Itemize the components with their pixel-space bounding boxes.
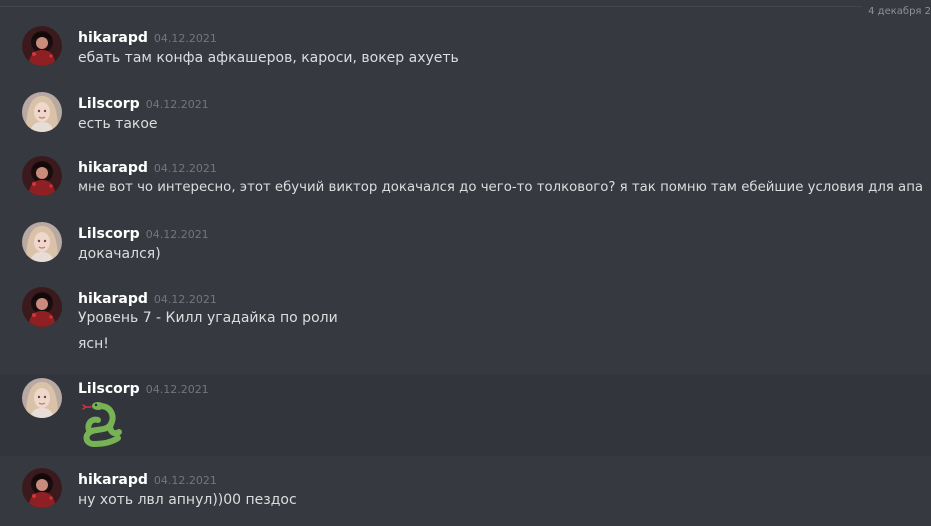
timestamp: 04.12.2021 (153, 32, 217, 45)
message-text: мне вот чо интересно, этот ебучий виктор… (78, 180, 924, 195)
username[interactable]: Lilscorp (78, 381, 140, 397)
message: Lilscorp 04.12.2021 (0, 374, 931, 456)
timestamp: 04.12.2021 (145, 98, 209, 111)
message-text: Уровень 7 - Килл угадайка по роли (78, 310, 338, 326)
avatar-lilscorp[interactable] (22, 222, 62, 262)
message-text: ну хоть лвл апнул))00 пездос (78, 492, 297, 508)
chat-messages: 4 декабря 2 hikarapd 04.12.2021 ебать там… (0, 0, 931, 526)
message-text: есть такое (78, 116, 158, 132)
username[interactable]: hikarapd (78, 291, 148, 307)
message: hikarapd 04.12.2021 Уровень 7 - Килл угад… (0, 283, 931, 363)
username[interactable]: Lilscorp (78, 96, 140, 112)
avatar-hikarapd[interactable] (22, 156, 62, 196)
message-header: hikarapd 04.12.2021 (78, 288, 217, 309)
message-header: Lilscorp 04.12.2021 (78, 223, 209, 244)
snake-emoji-icon (78, 398, 128, 448)
message-header: hikarapd 04.12.2021 (78, 157, 217, 178)
timestamp: 04.12.2021 (145, 228, 209, 241)
date-divider: 4 декабря 2 (0, 6, 931, 18)
username[interactable]: hikarapd (78, 30, 148, 46)
message: hikarapd 04.12.2021 ну хоть лвл апнул))00… (0, 464, 931, 520)
message: hikarapd 04.12.2021 мне вот чо интересно,… (0, 152, 931, 208)
date-divider-label: 4 декабря 2 (862, 6, 931, 18)
message-header: hikarapd 04.12.2021 (78, 27, 217, 48)
avatar-lilscorp[interactable] (22, 92, 62, 132)
message: hikarapd 04.12.2021 ебать там конфа афкаш… (0, 22, 931, 78)
message-header: Lilscorp 04.12.2021 (78, 93, 209, 114)
username[interactable]: hikarapd (78, 472, 148, 488)
avatar-hikarapd[interactable] (22, 287, 62, 327)
timestamp: 04.12.2021 (153, 474, 217, 487)
username[interactable]: Lilscorp (78, 226, 140, 242)
avatar-hikarapd[interactable] (22, 468, 62, 508)
message: Lilscorp 04.12.2021 докачался) (0, 218, 931, 274)
message-text: ебать там конфа афкашеров, кароси, вокер… (78, 50, 459, 66)
timestamp: 04.12.2021 (145, 383, 209, 396)
message-text: ясн! (78, 336, 109, 352)
username[interactable]: hikarapd (78, 160, 148, 176)
message-text: докачался) (78, 246, 161, 262)
avatar-lilscorp[interactable] (22, 378, 62, 418)
timestamp: 04.12.2021 (153, 162, 217, 175)
message: Lilscorp 04.12.2021 есть такое (0, 88, 931, 144)
timestamp: 04.12.2021 (153, 293, 217, 306)
message-header: Lilscorp 04.12.2021 (78, 378, 209, 399)
message-header: hikarapd 04.12.2021 (78, 469, 217, 490)
avatar-hikarapd[interactable] (22, 26, 62, 66)
